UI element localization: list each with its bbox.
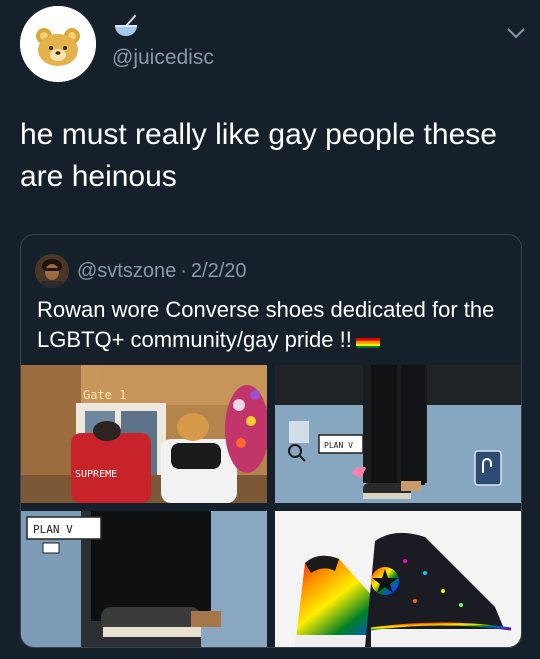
tweet-text: he must really like gay people these are… <box>20 118 497 193</box>
separator: · <box>180 259 187 282</box>
quote-handle[interactable]: @svtszone <box>77 260 176 283</box>
quote-text-body: Rowan wore Converse shoes dedicated for … <box>37 297 495 352</box>
jacket-text: SUPREME <box>75 469 117 480</box>
shoes-closeup-photo[interactable]: PLAN V <box>21 511 267 647</box>
quote-avatar[interactable] <box>35 254 69 288</box>
quote-date[interactable]: 2/2/20 <box>191 260 247 283</box>
display-name[interactable] <box>113 14 139 40</box>
profile-photo-icon <box>35 254 69 288</box>
rainbow-flag-icon <box>355 332 380 348</box>
quoted-tweet[interactable]: @svtszone · 2/2/20 Rowan wore Converse s… <box>20 234 522 648</box>
more-menu-button[interactable] <box>506 26 526 40</box>
quote-text: Rowan wore Converse shoes dedicated for … <box>37 295 507 355</box>
user-handle[interactable]: @juicedisc <box>112 46 214 70</box>
media-grid: Gate 1 SUPREME PLAN V PLAN V <box>21 365 521 647</box>
rainbow-converse-product-photo[interactable] <box>275 511 521 647</box>
chevron-down-icon <box>507 28 525 39</box>
airport-gate-photo[interactable]: Gate 1 SUPREME <box>21 365 267 503</box>
avatar[interactable] <box>20 6 96 82</box>
gate-sign-text: Gate 1 <box>83 388 126 402</box>
quote-header: @svtszone · 2/2/20 <box>35 253 247 289</box>
plan-v-sticker-text-2: PLAN V <box>33 523 73 536</box>
plan-v-sticker-text: PLAN V <box>324 441 353 450</box>
bear-avatar-icon <box>20 6 96 82</box>
stage-shoes-photo[interactable]: PLAN V <box>275 365 521 503</box>
bowl-icon <box>115 15 137 36</box>
